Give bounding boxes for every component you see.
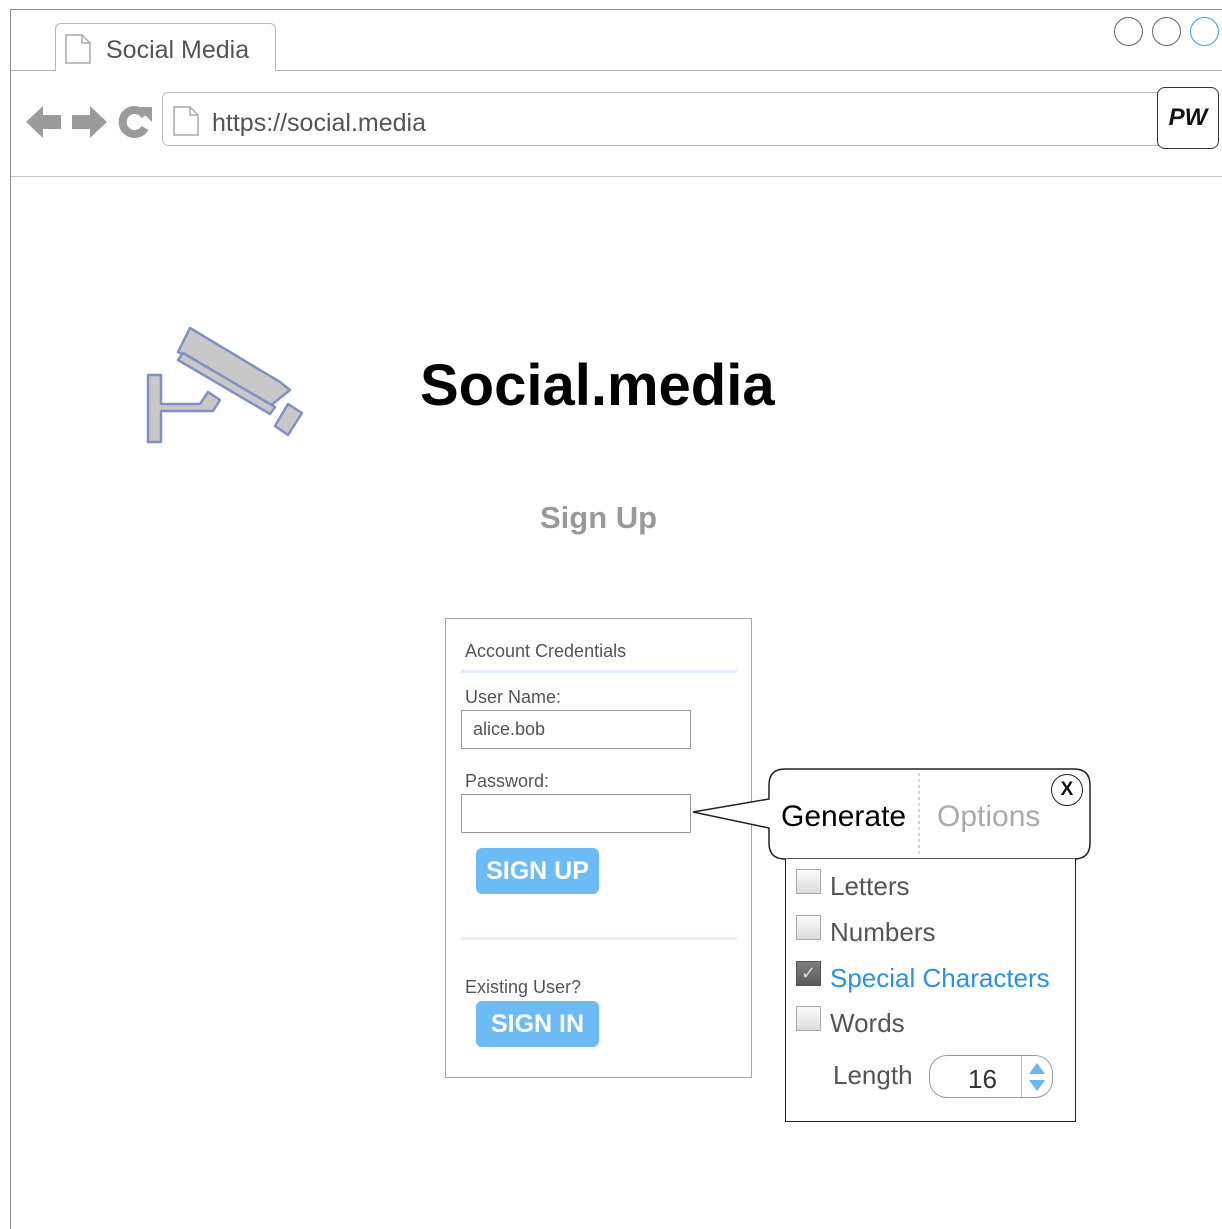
special-characters-label: Special Characters bbox=[830, 963, 1050, 993]
forward-arrow-icon[interactable] bbox=[71, 104, 107, 145]
toolbar-divider bbox=[11, 176, 1222, 177]
password-label: Password: bbox=[465, 771, 550, 791]
username-label: User Name: bbox=[465, 687, 562, 707]
sign-in-button[interactable]: SIGN IN bbox=[476, 1001, 599, 1047]
browser-tab[interactable]: Social Media bbox=[55, 23, 276, 71]
stepper-arrows-icon[interactable] bbox=[1027, 1061, 1047, 1098]
section-title: Account Credentials bbox=[465, 641, 627, 661]
password-manager-button[interactable]: PW bbox=[1157, 87, 1219, 149]
site-title: Social.media bbox=[420, 353, 775, 418]
reload-icon[interactable] bbox=[117, 104, 153, 145]
document-icon bbox=[65, 34, 91, 69]
back-arrow-icon[interactable] bbox=[26, 104, 62, 145]
numbers-checkbox[interactable] bbox=[796, 915, 821, 940]
window-close-button[interactable] bbox=[1114, 17, 1143, 46]
password-input[interactable] bbox=[461, 794, 691, 833]
window-maximize-button[interactable] bbox=[1190, 17, 1219, 46]
page-icon bbox=[173, 106, 199, 141]
words-label: Words bbox=[830, 1008, 905, 1038]
length-value: 16 bbox=[968, 1064, 997, 1094]
form-divider bbox=[461, 937, 737, 940]
letters-label: Letters bbox=[830, 871, 910, 901]
address-bar[interactable]: https://social.media bbox=[162, 92, 1162, 146]
length-label: Length bbox=[833, 1060, 913, 1090]
special-characters-checkbox[interactable]: ✓ bbox=[796, 961, 821, 986]
close-icon[interactable]: X bbox=[1051, 774, 1083, 806]
letters-checkbox[interactable] bbox=[796, 869, 821, 894]
username-input[interactable]: alice.bob bbox=[461, 710, 691, 749]
words-checkbox[interactable] bbox=[796, 1006, 821, 1031]
tab-generate[interactable]: Generate bbox=[781, 800, 906, 834]
section-divider bbox=[461, 670, 737, 673]
security-camera-icon bbox=[140, 320, 310, 455]
window-minimize-button[interactable] bbox=[1152, 17, 1181, 46]
numbers-label: Numbers bbox=[830, 917, 936, 947]
stepper-divider bbox=[1021, 1056, 1022, 1097]
tab-title: Social Media bbox=[106, 36, 250, 64]
tab-options[interactable]: Options bbox=[937, 800, 1040, 834]
page-heading: Sign Up bbox=[540, 500, 658, 535]
url-text: https://social.media bbox=[212, 109, 426, 137]
existing-user-label: Existing User? bbox=[465, 977, 582, 997]
sign-up-button[interactable]: SIGN UP bbox=[476, 848, 599, 894]
